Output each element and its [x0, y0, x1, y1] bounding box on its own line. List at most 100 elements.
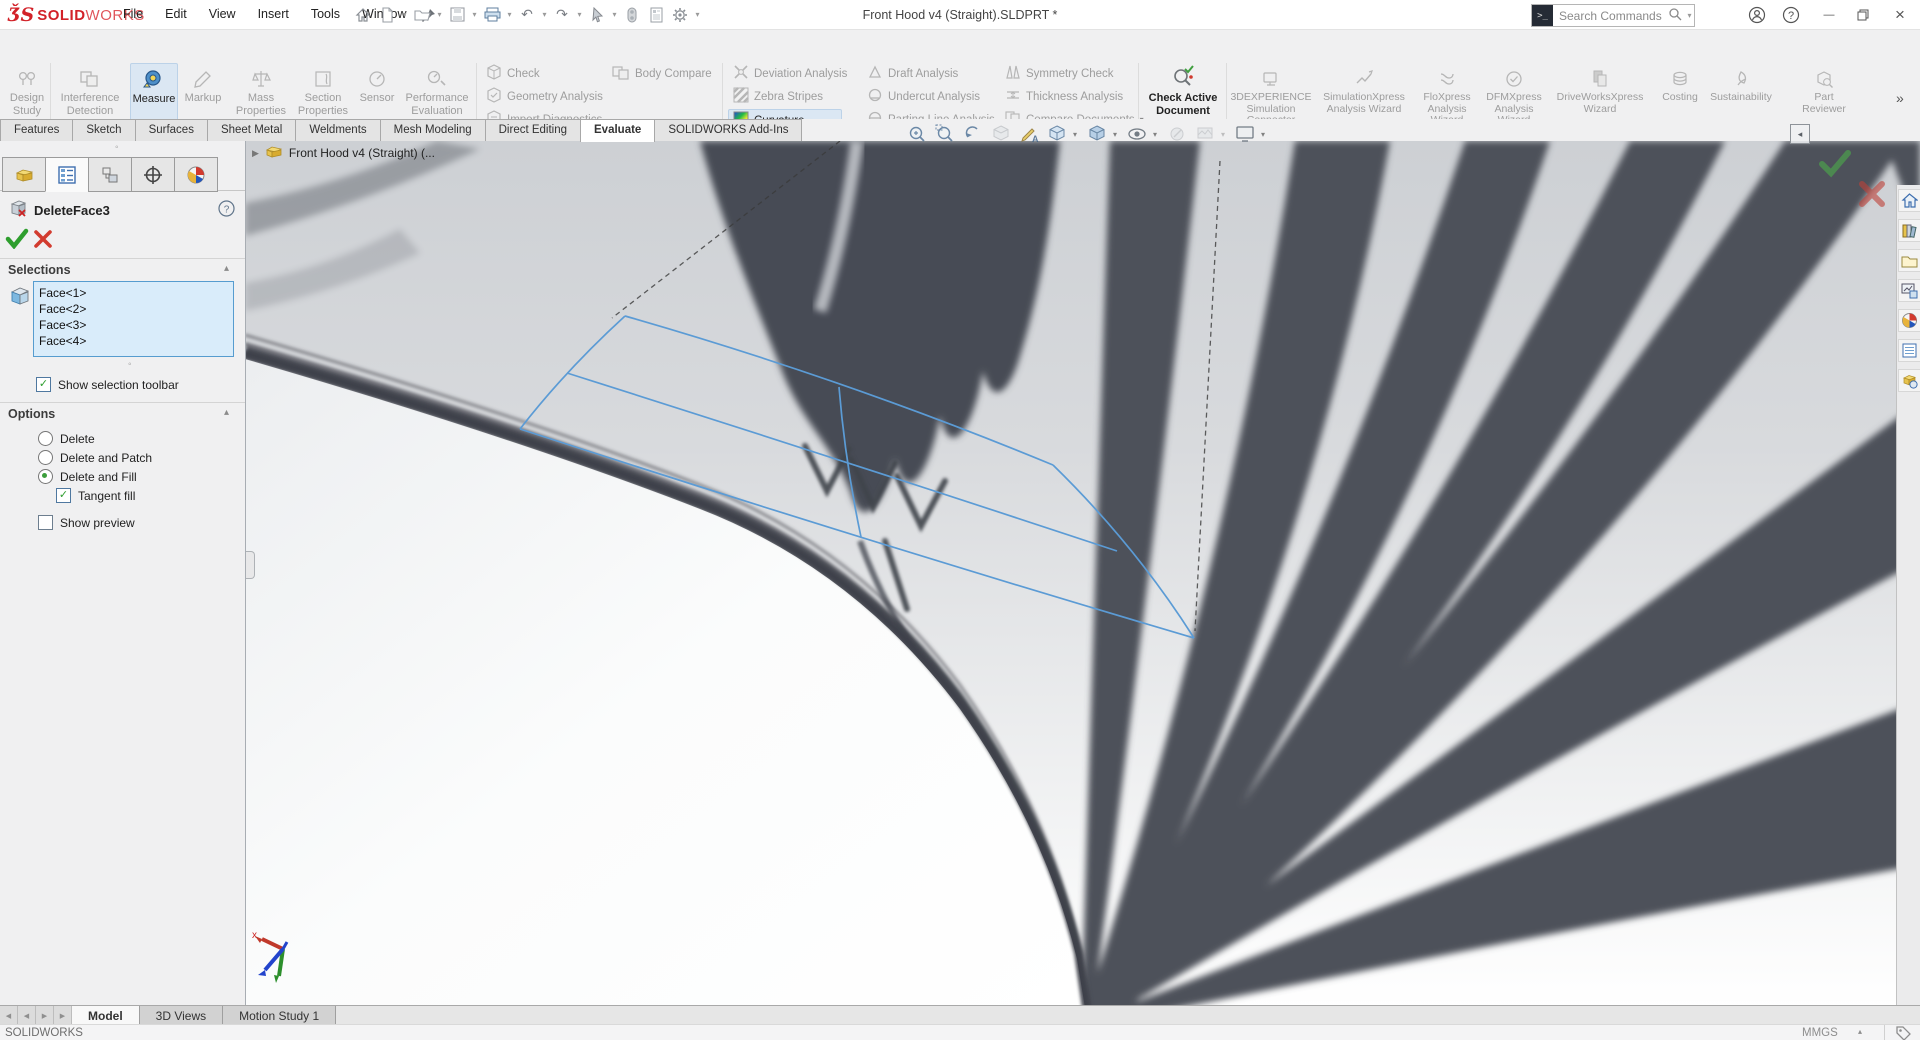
display-style-button[interactable] — [1085, 122, 1109, 146]
file-explorer-button[interactable] — [1898, 249, 1920, 272]
unit-system-caret-icon[interactable]: ▴ — [1858, 1027, 1862, 1036]
new-document-caret-icon[interactable]: ▾ — [400, 4, 409, 26]
zebra-stripes-button[interactable]: Zebra Stripes — [733, 86, 823, 107]
confirm-ok-button[interactable] — [1818, 148, 1852, 181]
custom-properties-button[interactable] — [1898, 339, 1920, 362]
unit-system[interactable]: MMGS — [1802, 1027, 1838, 1039]
delete-radio[interactable] — [38, 431, 53, 446]
help-button[interactable]: ? — [1778, 0, 1804, 29]
hide-show-items-button[interactable] — [1125, 122, 1149, 146]
dimxpertmanager-tab[interactable] — [131, 157, 175, 192]
view-orientation-button[interactable] — [1045, 122, 1069, 146]
tab-direct-editing[interactable]: Direct Editing — [485, 119, 581, 141]
configurationmanager-tab[interactable] — [88, 157, 132, 192]
delete-and-fill-radio[interactable] — [38, 469, 53, 484]
flyout-tree-label[interactable]: Front Hood v4 (Straight) (... — [289, 146, 435, 160]
draft-analysis-button[interactable]: Draft Analysis — [867, 63, 958, 84]
options-section-header[interactable]: Options — [8, 407, 55, 421]
open-document-button[interactable] — [411, 4, 433, 26]
zoom-to-area-button[interactable] — [933, 122, 957, 146]
collapse-taskpane-button[interactable]: ◂ — [1790, 124, 1810, 144]
redo-caret-icon[interactable]: ▾ — [575, 4, 584, 26]
menu-insert[interactable]: Insert — [247, 0, 300, 29]
save-button[interactable] — [446, 4, 468, 26]
search-caret-icon[interactable]: ▾ — [1685, 5, 1694, 27]
selected-face-item[interactable]: Face<4> — [39, 333, 233, 349]
cancel-button[interactable] — [33, 229, 53, 252]
show-selection-toolbar-checkbox[interactable]: ✓ — [36, 377, 51, 392]
selected-face-item[interactable]: Face<3> — [39, 317, 233, 333]
close-button[interactable]: × — [1885, 0, 1915, 29]
design-library-button[interactable] — [1898, 219, 1920, 242]
body-compare-button[interactable]: Body Compare — [612, 63, 712, 84]
display-style-caret-icon[interactable]: ▾ — [1113, 130, 1121, 139]
tags-icon[interactable] — [1896, 1026, 1911, 1040]
undercut-analysis-button[interactable]: Undercut Analysis — [867, 86, 980, 107]
options-collapse-icon[interactable]: ▴ — [224, 407, 229, 418]
select-caret-icon[interactable]: ▾ — [610, 4, 619, 26]
edit-appearance-button[interactable] — [1165, 122, 1189, 146]
motion-study-tab[interactable]: Motion Study 1 — [223, 1006, 336, 1025]
menu-tools[interactable]: Tools — [300, 0, 351, 29]
solidworks-resources-button[interactable] — [1898, 369, 1920, 392]
propertymanager-tab[interactable] — [45, 157, 89, 192]
print-caret-icon[interactable]: ▾ — [505, 4, 514, 26]
flyout-feature-tree[interactable]: ▶ Front Hood v4 (Straight) (... — [252, 143, 435, 163]
graphics-area[interactable] — [245, 141, 1920, 1008]
selected-face-item[interactable]: Face<2> — [39, 301, 233, 317]
flyout-expand-icon[interactable]: ▶ — [252, 148, 259, 159]
section-view-button[interactable] — [989, 122, 1013, 146]
home-button[interactable] — [352, 4, 374, 26]
show-preview-checkbox[interactable] — [38, 515, 53, 530]
zoom-to-fit-button[interactable] — [905, 122, 929, 146]
restore-button[interactable] — [1849, 0, 1877, 29]
menu-edit[interactable]: Edit — [154, 0, 198, 29]
appearances-scenes-button[interactable] — [1898, 309, 1920, 332]
search-icon[interactable] — [1668, 7, 1683, 25]
search-commands-box[interactable]: >_ Search Commands ▾ — [1531, 4, 1695, 27]
rebuild-button[interactable] — [621, 4, 643, 26]
account-button[interactable] — [1744, 0, 1770, 29]
thickness-analysis-button[interactable]: Thickness Analysis — [1005, 86, 1123, 107]
save-caret-icon[interactable]: ▾ — [470, 4, 479, 26]
edit-appearance-hud-button[interactable]: A — [1017, 122, 1041, 146]
panel-grip-icon[interactable]: ◦ — [115, 142, 119, 153]
displaymanager-tab[interactable] — [174, 157, 218, 192]
previous-view-button[interactable] — [961, 122, 985, 146]
select-button[interactable] — [586, 4, 608, 26]
view-settings-caret-icon[interactable]: ▾ — [1261, 130, 1269, 139]
tab-sketch[interactable]: Sketch — [72, 119, 135, 141]
home-taskpane-button[interactable] — [1898, 189, 1920, 212]
options-gear-button[interactable] — [669, 4, 691, 26]
confirm-cancel-button[interactable] — [1858, 180, 1886, 211]
selection-listbox[interactable]: Face<1> Face<2> Face<3> Face<4> — [33, 281, 234, 357]
undo-caret-icon[interactable]: ▾ — [540, 4, 549, 26]
deviation-analysis-button[interactable]: Deviation Analysis — [733, 63, 847, 84]
file-properties-button[interactable] — [645, 4, 667, 26]
model-tab[interactable]: Model — [72, 1006, 140, 1025]
menu-view[interactable]: View — [198, 0, 247, 29]
tab-surfaces[interactable]: Surfaces — [135, 119, 208, 141]
new-document-button[interactable] — [376, 4, 398, 26]
menu-file[interactable]: File — [112, 0, 154, 29]
3d-views-tab[interactable]: 3D Views — [140, 1006, 223, 1025]
search-input[interactable]: Search Commands — [1553, 9, 1668, 23]
selections-section-header[interactable]: Selections — [8, 263, 71, 277]
panel-splitter-handle[interactable] — [245, 551, 255, 579]
ribbon-overflow-button[interactable]: » — [1896, 90, 1904, 106]
view-palette-button[interactable] — [1898, 279, 1920, 302]
apply-scene-caret-icon[interactable]: ▾ — [1221, 130, 1229, 139]
selections-collapse-icon[interactable]: ▴ — [224, 263, 229, 274]
last-tab-button[interactable]: ▶ — [54, 1006, 72, 1025]
options-caret-icon[interactable]: ▾ — [693, 4, 702, 26]
next-tab-button[interactable]: ▶ — [36, 1006, 54, 1025]
hide-show-items-caret-icon[interactable]: ▾ — [1153, 130, 1161, 139]
prev-tab-button[interactable]: ◀ — [18, 1006, 36, 1025]
redo-button[interactable]: ↷ — [551, 4, 573, 26]
apply-scene-button[interactable] — [1193, 122, 1217, 146]
tangent-fill-checkbox[interactable]: ✓ — [56, 488, 71, 503]
print-button[interactable] — [481, 4, 503, 26]
selected-face-item[interactable]: Face<1> — [39, 285, 233, 301]
open-document-caret-icon[interactable]: ▾ — [435, 4, 444, 26]
geometry-analysis-button[interactable]: Geometry Analysis — [486, 86, 603, 107]
